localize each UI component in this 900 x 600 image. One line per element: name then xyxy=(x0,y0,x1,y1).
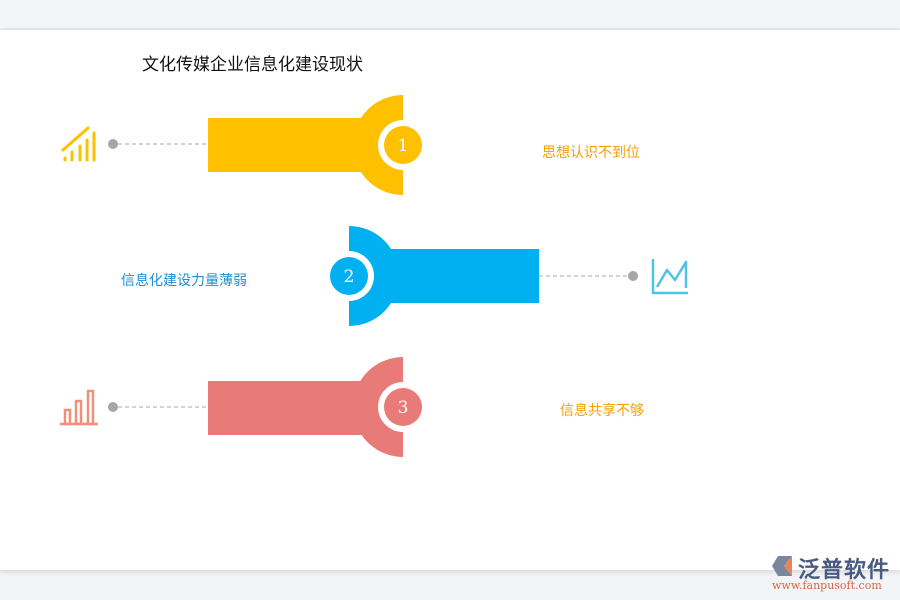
connector-dot xyxy=(108,139,118,149)
logo-icon xyxy=(770,554,796,578)
item-3-label: 信息共享不够 xyxy=(560,400,644,420)
logo-url: www.fanpusoft.com xyxy=(772,579,882,592)
number: 3 xyxy=(398,398,409,418)
number: 2 xyxy=(344,267,355,287)
item-3: 3 xyxy=(60,357,428,457)
connector-dot xyxy=(628,271,638,281)
item-1: 1 xyxy=(63,95,428,195)
item-2-label: 信息化建设力量薄弱 xyxy=(121,270,247,290)
rising-bars-icon xyxy=(63,128,94,160)
number: 1 xyxy=(398,136,409,156)
connector-dot xyxy=(108,402,118,412)
bar-chart-icon xyxy=(60,391,98,424)
item-1-label: 思想认识不到位 xyxy=(542,142,640,162)
diagram: 1 2 3 xyxy=(0,0,900,600)
line-chart-icon xyxy=(653,259,688,293)
item-2: 2 xyxy=(324,226,688,326)
